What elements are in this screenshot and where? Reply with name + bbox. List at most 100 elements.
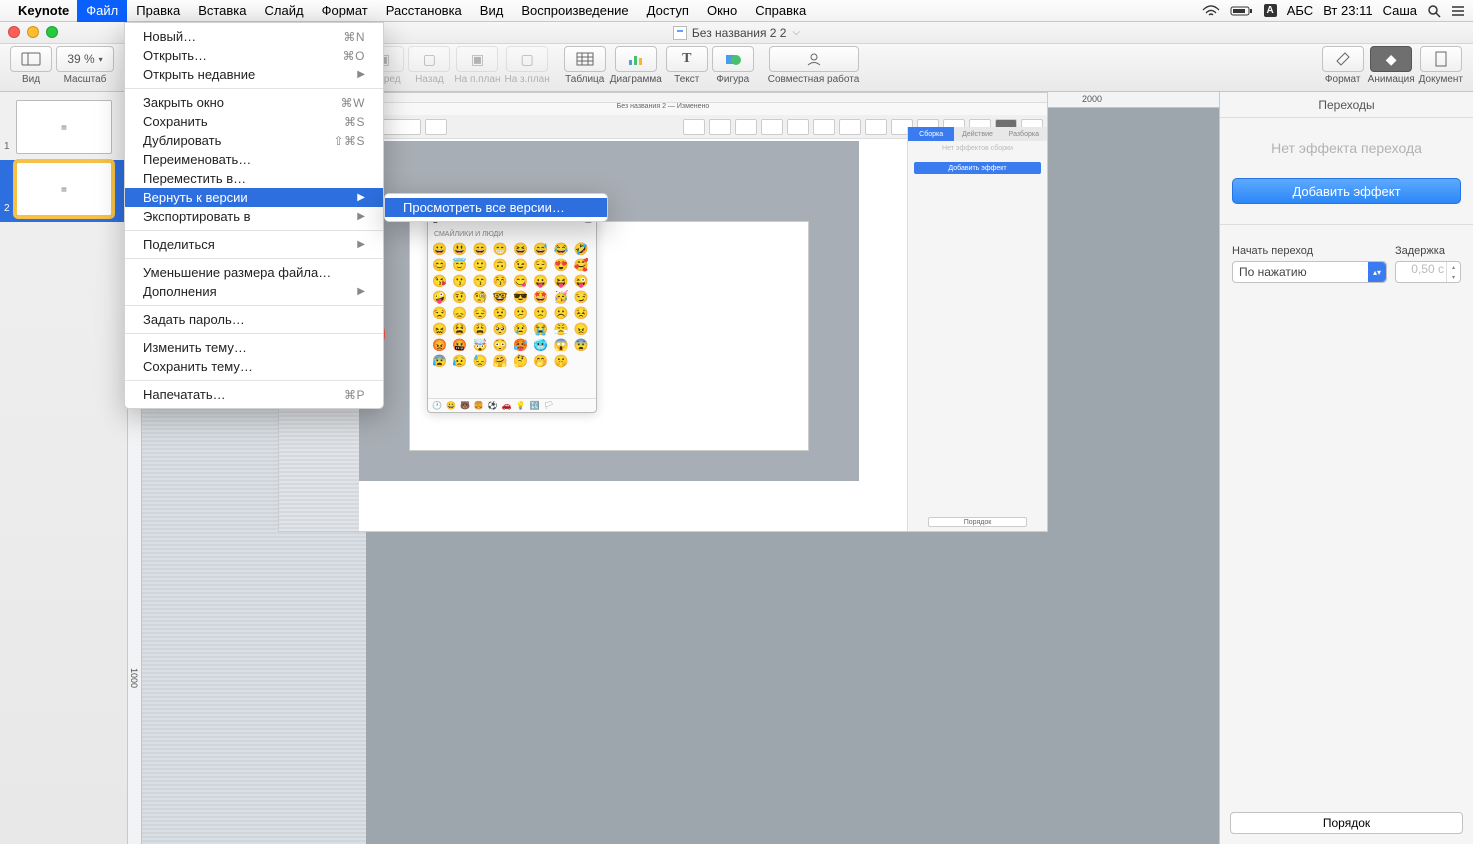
emoji-glyph: 😏 xyxy=(574,290,592,304)
clock[interactable]: Вт 23:11 xyxy=(1323,3,1372,18)
shape-button[interactable] xyxy=(712,46,754,72)
emoji-glyph: ☹️ xyxy=(554,306,572,320)
emoji-glyph: 😣 xyxy=(574,306,592,320)
emoji-glyph: 😃 xyxy=(452,242,470,256)
start-transition-label: Начать переход xyxy=(1232,245,1387,257)
app-name[interactable]: Keynote xyxy=(18,3,69,18)
slide-thumb-2[interactable]: 2▦ xyxy=(0,160,127,222)
slide-navigator[interactable]: 1▦ 2▦ xyxy=(0,92,128,844)
front-button[interactable]: ▣ xyxy=(456,46,498,72)
input-source-label[interactable]: АБС xyxy=(1287,3,1313,18)
menu-edit[interactable]: Правка xyxy=(127,0,189,22)
menu-play[interactable]: Воспроизведение xyxy=(512,0,637,22)
file-menu-item[interactable]: Изменить тему… xyxy=(125,338,383,357)
emoji-glyph: 😇 xyxy=(452,258,470,272)
file-menu-item[interactable]: Экспортировать в▶ xyxy=(125,207,383,226)
file-menu-item[interactable]: Сохранить тему… xyxy=(125,357,383,376)
embed-order: Порядок xyxy=(928,517,1027,527)
file-menu-item[interactable]: Дублировать⇧⌘S xyxy=(125,131,383,150)
emoji-glyph: 🤪 xyxy=(432,290,450,304)
menu-view[interactable]: Вид xyxy=(471,0,513,22)
emoji-glyph: 😂 xyxy=(554,242,572,256)
emoji-glyph: 😓 xyxy=(473,354,491,368)
emoji-grid: 😀😃😄😁😆😅😂🤣😊😇🙂🙃😉😌😍🥰😘😗😙😚😋😛😝😜🤪🤨🧐🤓😎🤩🥳😏😒😞😔😟😕🙁☹️… xyxy=(428,242,596,368)
menubar: Keynote Файл Правка Вставка Слайд Формат… xyxy=(0,0,1473,22)
file-menu-item[interactable]: Переименовать… xyxy=(125,150,383,169)
zoom-select[interactable]: 39 %▾ xyxy=(56,46,114,72)
chart-button[interactable] xyxy=(615,46,657,72)
back-button[interactable]: ▢ xyxy=(408,46,450,72)
embed-tab-act: Действие xyxy=(954,127,1000,141)
file-menu-item[interactable]: Новый…⌘N xyxy=(125,27,383,46)
menu-help[interactable]: Справка xyxy=(746,0,815,22)
emoji-glyph: 😅 xyxy=(533,242,551,256)
zoom-window-button[interactable] xyxy=(46,26,58,38)
emoji-glyph: 🤬 xyxy=(452,338,470,352)
menu-share[interactable]: Доступ xyxy=(638,0,698,22)
emoji-glyph: 😫 xyxy=(452,322,470,336)
file-menu-item[interactable]: Сохранить⌘S xyxy=(125,112,383,131)
embed-tab-in: Сборка xyxy=(908,127,954,141)
file-menu-item[interactable]: Вернуть к версии▶ xyxy=(125,188,383,207)
slide-thumb-1[interactable]: 1▦ xyxy=(0,98,127,160)
zoom-label: Масштаб xyxy=(64,74,107,85)
collab-button[interactable] xyxy=(769,46,859,72)
window-title: Без названия 2 2 xyxy=(692,26,787,40)
emoji-glyph: 😢 xyxy=(513,322,531,336)
emoji-glyph: 😁 xyxy=(493,242,511,256)
animation-button[interactable]: ◆ xyxy=(1370,46,1412,72)
file-menu-item[interactable]: Поделиться▶ xyxy=(125,235,383,254)
emoji-glyph: 🤨 xyxy=(452,290,470,304)
build-order-button[interactable]: Порядок xyxy=(1230,812,1463,834)
file-menu-item[interactable]: Открыть…⌘O xyxy=(125,46,383,65)
menu-arrange[interactable]: Расстановка xyxy=(377,0,471,22)
wifi-icon[interactable] xyxy=(1202,5,1220,17)
emoji-glyph: 😆 xyxy=(513,242,531,256)
file-menu-item[interactable]: Уменьшение размера файла… xyxy=(125,263,383,282)
file-menu-item[interactable]: Открыть недавние▶ xyxy=(125,65,383,84)
emoji-glyph: 😍 xyxy=(554,258,572,272)
start-transition-select[interactable]: По нажатию ▴▾ xyxy=(1232,261,1387,283)
close-window-button[interactable] xyxy=(8,26,20,38)
spotlight-icon[interactable] xyxy=(1427,4,1441,18)
file-menu-item[interactable]: Напечатать…⌘P xyxy=(125,385,383,404)
emoji-glyph: 🥰 xyxy=(574,258,592,272)
submenu-browse-versions[interactable]: Просмотреть все версии… xyxy=(385,198,607,217)
emoji-glyph: 😤 xyxy=(554,322,572,336)
notification-icon[interactable] xyxy=(1451,5,1465,17)
document-button[interactable] xyxy=(1420,46,1462,72)
view-button[interactable] xyxy=(10,46,52,72)
text-button[interactable]: T xyxy=(666,46,708,72)
emoji-glyph: 😨 xyxy=(574,338,592,352)
backplane-button[interactable]: ▢ xyxy=(506,46,548,72)
file-menu-item[interactable]: Дополнения▶ xyxy=(125,282,383,301)
table-button[interactable] xyxy=(564,46,606,72)
emoji-glyph: 🤩 xyxy=(533,290,551,304)
delay-label: Задержка xyxy=(1395,245,1461,257)
format-button[interactable] xyxy=(1322,46,1364,72)
emoji-glyph: 😉 xyxy=(513,258,531,272)
menu-window[interactable]: Окно xyxy=(698,0,746,22)
file-menu-item[interactable]: Переместить в… xyxy=(125,169,383,188)
file-menu-item[interactable]: Задать пароль… xyxy=(125,310,383,329)
emoji-glyph: 😡 xyxy=(432,338,450,352)
menu-file[interactable]: Файл xyxy=(77,0,127,22)
delay-stepper[interactable]: ▴▾ xyxy=(1446,262,1460,282)
delay-input[interactable]: 0,50 с ▴▾ xyxy=(1395,261,1461,283)
title-chevron-icon[interactable]: ⌵ xyxy=(792,27,800,38)
username[interactable]: Саша xyxy=(1383,3,1417,18)
file-menu-item[interactable]: Закрыть окно⌘W xyxy=(125,93,383,112)
emoji-glyph: 😟 xyxy=(493,306,511,320)
minimize-window-button[interactable] xyxy=(27,26,39,38)
emoji-glyph: 🥺 xyxy=(493,322,511,336)
add-effect-button[interactable]: Добавить эффект xyxy=(1232,178,1461,204)
menu-format[interactable]: Формат xyxy=(313,0,377,22)
emoji-glyph: 🥶 xyxy=(533,338,551,352)
emoji-glyph: 😘 xyxy=(432,274,450,288)
input-source[interactable]: A xyxy=(1264,4,1277,17)
emoji-glyph: 😥 xyxy=(452,354,470,368)
battery-icon[interactable] xyxy=(1230,5,1254,17)
menu-slide[interactable]: Слайд xyxy=(256,0,313,22)
emoji-glyph: 😗 xyxy=(452,274,470,288)
menu-insert[interactable]: Вставка xyxy=(189,0,255,22)
